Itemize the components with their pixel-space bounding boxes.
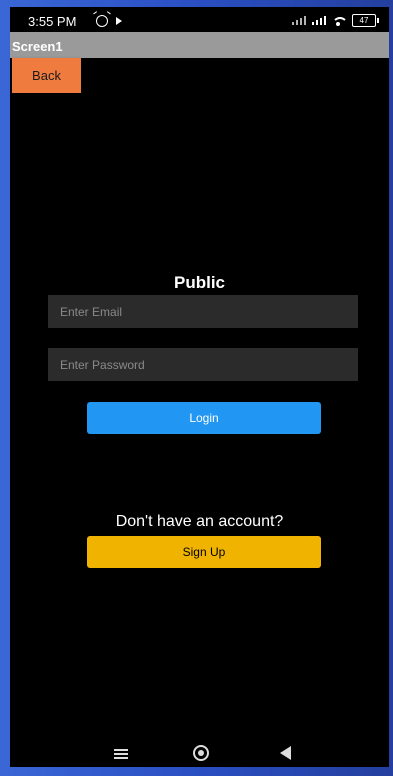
home-icon[interactable]: [193, 745, 209, 761]
menu-icon[interactable]: [114, 749, 128, 759]
signal-icon: [292, 15, 308, 25]
battery-icon: 47: [352, 14, 379, 27]
title-bar: Screen1: [10, 32, 389, 58]
status-bar: 3:55 PM 47: [10, 7, 389, 32]
screen-title: Screen1: [12, 39, 63, 54]
phone-screen: 3:55 PM 47 Screen1 Back Public Login Don…: [10, 7, 389, 767]
alarm-icon: [96, 15, 108, 27]
status-time: 3:55 PM: [28, 14, 77, 29]
wifi-icon: [332, 13, 346, 27]
signup-prompt: Don't have an account?: [115, 513, 284, 530]
signup-button[interactable]: Sign Up: [87, 536, 321, 568]
signal-icon: [312, 15, 328, 25]
email-input[interactable]: [48, 295, 358, 328]
page-heading: Public: [173, 273, 225, 292]
back-icon[interactable]: [280, 746, 291, 760]
play-icon: [116, 17, 122, 25]
login-button[interactable]: Login: [87, 402, 321, 434]
password-input[interactable]: [48, 348, 358, 381]
navigation-bar: [10, 741, 389, 767]
back-button[interactable]: Back: [12, 58, 81, 93]
